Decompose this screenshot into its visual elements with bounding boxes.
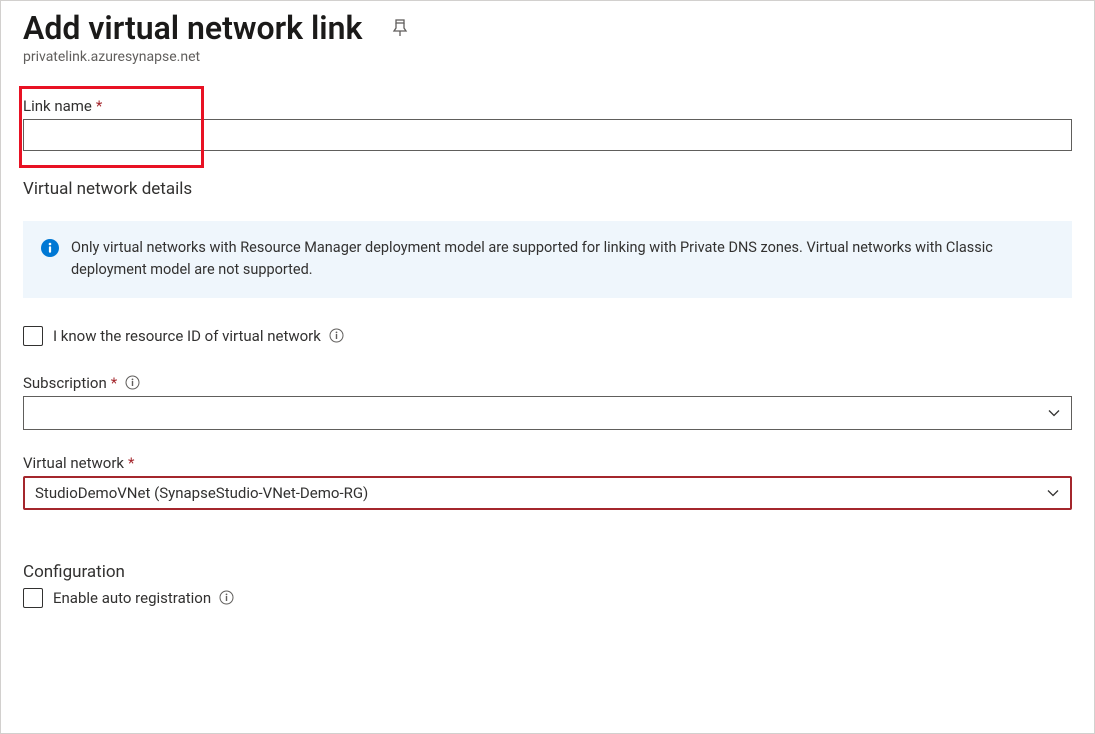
enable-auto-registration-label-wrap: Enable auto registration [53, 589, 234, 607]
virtual-network-select[interactable]: StudioDemoVNet (SynapseStudio-VNet-Demo-… [23, 476, 1072, 510]
know-resource-id-label: I know the resource ID of virtual networ… [53, 327, 321, 345]
add-virtual-network-link-form: Add virtual network link privatelink.azu… [0, 0, 1095, 734]
info-outline-icon[interactable] [329, 328, 344, 343]
link-name-group: Link name * [23, 97, 1072, 151]
spacer [23, 528, 1072, 562]
virtual-network-label: Virtual network [23, 454, 124, 472]
subscription-group: Subscription * [23, 374, 1072, 430]
know-resource-id-row: I know the resource ID of virtual networ… [23, 326, 1072, 346]
required-indicator: * [111, 374, 117, 392]
title-row: Add virtual network link [23, 9, 1072, 47]
required-indicator: * [96, 97, 102, 115]
enable-auto-registration-checkbox[interactable] [23, 588, 43, 608]
info-box-text: Only virtual networks with Resource Mana… [71, 237, 1054, 282]
virtual-network-label-row: Virtual network * [23, 454, 1072, 472]
info-outline-icon[interactable] [125, 375, 140, 390]
link-name-label-row: Link name * [23, 97, 1072, 115]
know-resource-id-checkbox[interactable] [23, 326, 43, 346]
know-resource-id-label-wrap: I know the resource ID of virtual networ… [53, 327, 344, 345]
link-name-label: Link name [23, 97, 92, 115]
configuration-heading: Configuration [23, 562, 1072, 582]
info-icon [41, 239, 59, 257]
virtual-network-group: Virtual network * StudioDemoVNet (Synaps… [23, 454, 1072, 510]
link-name-input[interactable] [23, 119, 1072, 151]
info-box: Only virtual networks with Resource Mana… [23, 221, 1072, 298]
info-outline-icon[interactable] [219, 590, 234, 605]
chevron-down-icon [1046, 486, 1060, 500]
breadcrumb: privatelink.azuresynapse.net [23, 49, 1072, 65]
subscription-label: Subscription [23, 374, 107, 392]
required-indicator: * [128, 454, 134, 472]
vnet-details-heading: Virtual network details [23, 179, 1072, 199]
virtual-network-value: StudioDemoVNet (SynapseStudio-VNet-Demo-… [35, 484, 368, 502]
enable-auto-registration-row: Enable auto registration [23, 588, 1072, 608]
enable-auto-registration-label: Enable auto registration [53, 589, 211, 607]
page-title: Add virtual network link [23, 9, 362, 47]
subscription-label-row: Subscription * [23, 374, 1072, 392]
subscription-select[interactable] [23, 396, 1072, 430]
pin-icon[interactable] [390, 18, 410, 38]
chevron-down-icon [1047, 406, 1061, 420]
